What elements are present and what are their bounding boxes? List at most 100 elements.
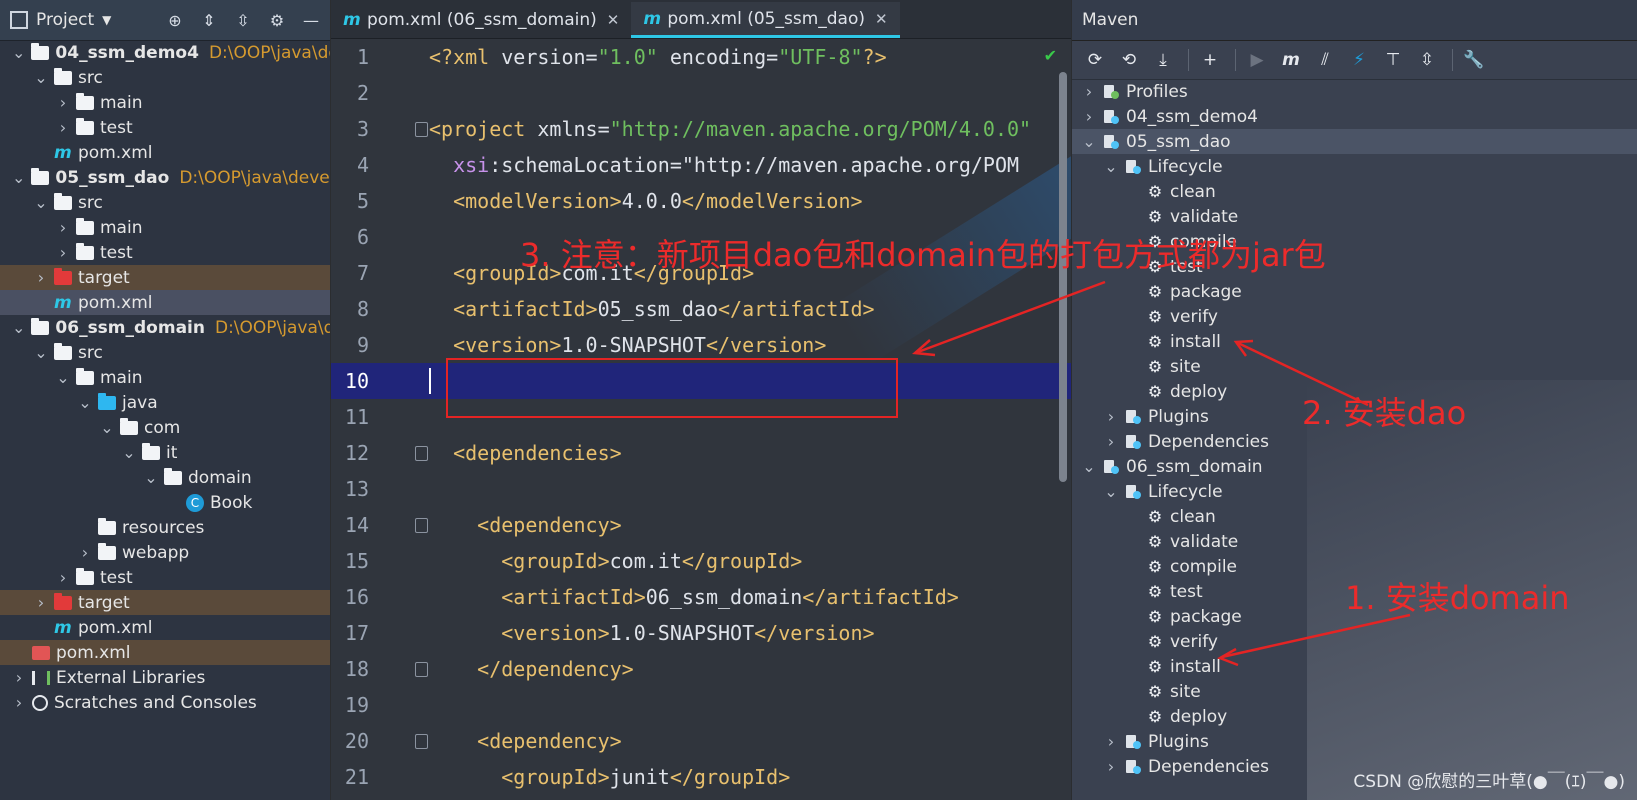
fold-icon[interactable] — [415, 446, 428, 461]
chevron-right-icon[interactable]: › — [56, 243, 70, 262]
chevron-down-icon[interactable]: ⌄ — [12, 43, 25, 62]
chevron-right-icon[interactable]: › — [56, 93, 70, 112]
chevron-down-icon[interactable]: ⌄ — [34, 68, 48, 87]
project-tree-row[interactable]: › target — [0, 265, 330, 290]
skip-tests-icon[interactable]: ⚡ — [1344, 45, 1374, 75]
chevron-right-icon[interactable]: › — [12, 693, 26, 712]
project-tree-row[interactable]: ⌄ src — [0, 190, 330, 215]
project-tree-row[interactable]: resources — [0, 515, 330, 540]
chevron-right-icon[interactable]: › — [1104, 407, 1118, 426]
code-line[interactable]: 21 <groupId>junit</groupId> — [331, 759, 1071, 795]
project-panel-title[interactable]: Project — [36, 10, 94, 30]
maven-tree-row[interactable]: ⚙ verify — [1072, 629, 1637, 654]
chevron-down-icon[interactable]: ⌄ — [78, 393, 92, 412]
project-tree-row[interactable]: m pom.xml — [0, 615, 330, 640]
chevron-right-icon[interactable]: › — [56, 218, 70, 237]
maven-tree-row[interactable]: ⚙ install — [1072, 329, 1637, 354]
chevron-down-icon[interactable]: ⌄ — [1082, 457, 1096, 476]
project-tree-row[interactable]: › test — [0, 115, 330, 140]
chevron-right-icon[interactable]: › — [1104, 732, 1118, 751]
chevron-right-icon[interactable]: › — [1082, 82, 1096, 101]
code-line[interactable]: 13 — [331, 471, 1071, 507]
maven-tree-row[interactable]: ⌄ Lifecycle — [1072, 479, 1637, 504]
code-line[interactable]: 8 <artifactId>05_ssm_dao</artifactId> — [331, 291, 1071, 327]
code-line[interactable]: 2 — [331, 75, 1071, 111]
project-tree-row[interactable]: ⌄ java — [0, 390, 330, 415]
project-tree-row[interactable]: › test — [0, 240, 330, 265]
locate-icon[interactable]: ⊕ — [164, 9, 186, 31]
close-icon[interactable]: ✕ — [875, 10, 888, 28]
fold-icon[interactable] — [415, 662, 428, 677]
chevron-down-icon[interactable]: ⌄ — [144, 468, 158, 487]
chevron-down-icon[interactable]: ⌄ — [12, 168, 25, 187]
generate-sources-icon[interactable]: ⟲ — [1114, 45, 1144, 75]
maven-tree-row[interactable]: ⚙ install — [1072, 654, 1637, 679]
fold-icon[interactable] — [415, 518, 428, 533]
chevron-right-icon[interactable]: › — [1082, 107, 1096, 126]
maven-tree-row[interactable]: ⚙ deploy — [1072, 704, 1637, 729]
project-tree-row[interactable]: C Book — [0, 490, 330, 515]
maven-tree-row[interactable]: ⌄ Lifecycle — [1072, 154, 1637, 179]
chevron-down-icon[interactable]: ⌄ — [100, 418, 114, 437]
maven-goal-icon[interactable]: m — [1276, 45, 1306, 75]
code-line[interactable]: 3 <project xmlns="http://maven.apache.org… — [331, 111, 1071, 147]
code-line[interactable]: 4 xsi:schemaLocation="http://maven.apach… — [331, 147, 1071, 183]
maven-tree-row[interactable]: › Plugins — [1072, 729, 1637, 754]
code-line[interactable]: 1 <?xml version="1.0" encoding="UTF-8"?> — [331, 39, 1071, 75]
chevron-down-icon[interactable]: ▼ — [102, 13, 111, 27]
maven-tree-row[interactable]: › 04_ssm_demo4 — [1072, 104, 1637, 129]
project-tree-row[interactable]: › main — [0, 90, 330, 115]
project-tree-row[interactable]: › main — [0, 215, 330, 240]
project-tree-row[interactable]: ⌄ src — [0, 340, 330, 365]
run-icon[interactable]: ▶ — [1242, 45, 1272, 75]
code-line[interactable]: 19 — [331, 687, 1071, 723]
project-tree-row[interactable]: › Scratches and Consoles — [0, 690, 330, 715]
minimize-icon[interactable]: — — [300, 9, 322, 31]
chevron-right-icon[interactable]: › — [56, 568, 70, 587]
add-icon[interactable]: + — [1195, 45, 1225, 75]
project-tree-row[interactable]: ⌄ 04_ssm_demo4 D:\OOP\java\deve — [0, 40, 330, 65]
chevron-down-icon[interactable]: ⌄ — [56, 368, 70, 387]
maven-tree-row[interactable]: ⚙ validate — [1072, 529, 1637, 554]
fold-icon[interactable] — [415, 122, 428, 137]
project-tree-row[interactable]: pom.xml — [0, 640, 330, 665]
download-icon[interactable]: ⤓ — [1148, 45, 1178, 75]
chevron-down-icon[interactable]: ⌄ — [1082, 132, 1096, 151]
code-line[interactable]: 5 <modelVersion>4.0.0</modelVersion> — [331, 183, 1071, 219]
code-line[interactable]: 12 <dependencies> — [331, 435, 1071, 471]
project-tree-row[interactable]: ⌄ domain — [0, 465, 330, 490]
gear-icon[interactable]: ⚙ — [266, 9, 288, 31]
maven-tree-row[interactable]: ⚙ clean — [1072, 179, 1637, 204]
project-tree-row[interactable]: › External Libraries — [0, 665, 330, 690]
project-tree-row[interactable]: ⌄ src — [0, 65, 330, 90]
chevron-down-icon[interactable]: ⌄ — [34, 193, 48, 212]
reload-icon[interactable]: ⟳ — [1080, 45, 1110, 75]
code-line[interactable]: 18 </dependency> — [331, 651, 1071, 687]
editor-tab[interactable]: m pom.xml (05_ssm_dao) ✕ — [631, 2, 900, 38]
code-area[interactable]: 1 <?xml version="1.0" encoding="UTF-8"?> 2… — [331, 39, 1071, 800]
maven-tree-row[interactable]: ⌄ 05_ssm_dao — [1072, 129, 1637, 154]
chevron-right-icon[interactable]: › — [34, 593, 48, 612]
chevron-down-icon[interactable]: ⌄ — [34, 343, 48, 362]
chevron-right-icon[interactable]: › — [78, 543, 92, 562]
code-line[interactable]: 14 <dependency> — [331, 507, 1071, 543]
project-tree-row[interactable]: ⌄ it — [0, 440, 330, 465]
code-line[interactable]: 15 <groupId>com.it</groupId> — [331, 543, 1071, 579]
project-tree-row[interactable]: m pom.xml — [0, 290, 330, 315]
maven-tree-row[interactable]: ⌄ 06_ssm_domain — [1072, 454, 1637, 479]
maven-tree-row[interactable]: ⚙ verify — [1072, 304, 1637, 329]
project-tree-row[interactable]: ⌄ 06_ssm_domain D:\OOP\java\deve — [0, 315, 330, 340]
maven-tree-row[interactable]: › Profiles — [1072, 79, 1637, 104]
fold-icon[interactable] — [415, 734, 428, 749]
code-line[interactable]: 20 <dependency> — [331, 723, 1071, 759]
chevron-right-icon[interactable]: › — [56, 118, 70, 137]
maven-tree-row[interactable]: ⚙ site — [1072, 679, 1637, 704]
code-line[interactable]: 16 <artifactId>06_ssm_domain</artifactId… — [331, 579, 1071, 615]
editor-tab[interactable]: m pom.xml (06_ssm_domain) ✕ — [331, 2, 631, 38]
chevron-right-icon[interactable]: › — [34, 268, 48, 287]
project-tree-row[interactable]: › webapp — [0, 540, 330, 565]
show-dependencies-icon[interactable]: ⊤ — [1378, 45, 1408, 75]
chevron-down-icon[interactable]: ⌄ — [1104, 482, 1118, 501]
collapse-all-icon[interactable]: ⇳ — [1412, 45, 1442, 75]
settings-wrench-icon[interactable]: 🔧 — [1459, 45, 1489, 75]
